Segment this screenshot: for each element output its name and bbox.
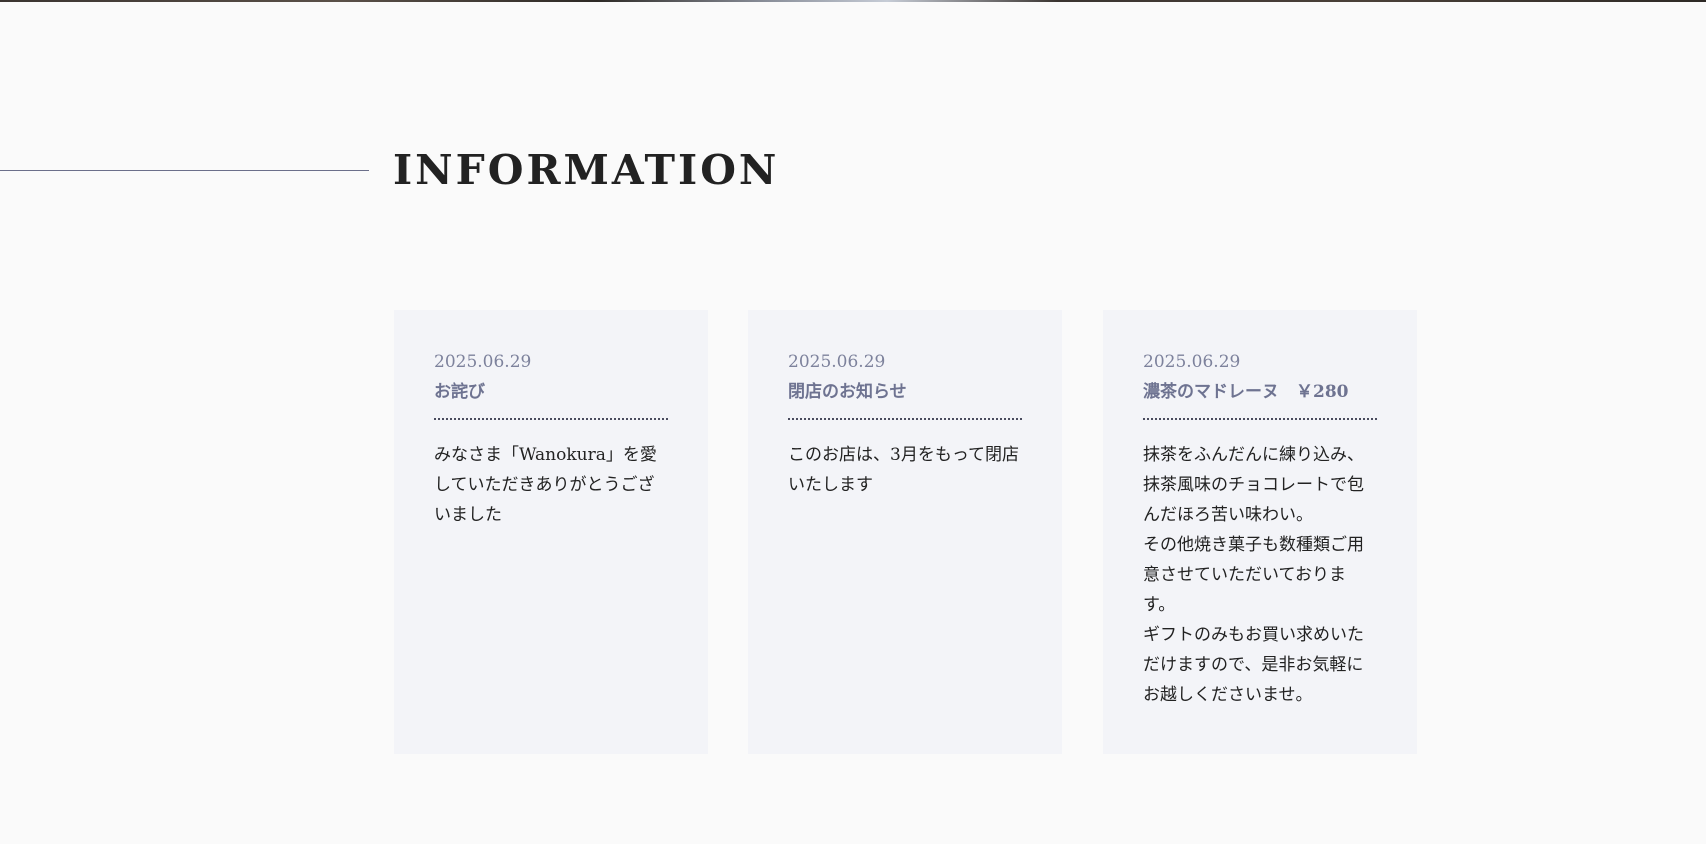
- news-body: 抹茶をふんだんに練り込み、抹茶風味のチョコレートで包んだほろ苦い味わい。 その他…: [1143, 445, 1364, 705]
- information-section: INFORMATION 2025.06.29 お詫び みなさま「Wanokura…: [0, 0, 1706, 844]
- dotted-divider: [788, 418, 1022, 420]
- dotted-divider: [1143, 418, 1377, 420]
- news-title[interactable]: お詫び: [434, 380, 668, 404]
- news-date: 2025.06.29: [1143, 352, 1241, 372]
- heading-rule: [0, 170, 369, 171]
- news-card[interactable]: 2025.06.29 閉店のお知らせ このお店は、3月をもって閉店いたします: [748, 310, 1062, 754]
- news-title[interactable]: 濃茶のマドレーヌ ￥280: [1143, 380, 1377, 404]
- news-card[interactable]: 2025.06.29 お詫び みなさま「Wanokura」を愛していただきありが…: [394, 310, 708, 754]
- news-body: みなさま「Wanokura」を愛していただきありがとうございました: [434, 445, 657, 525]
- news-card[interactable]: 2025.06.29 濃茶のマドレーヌ ￥280 抹茶をふんだんに練り込み、抹茶…: [1103, 310, 1417, 754]
- section-heading: INFORMATION: [393, 146, 780, 194]
- news-date: 2025.06.29: [788, 352, 886, 372]
- news-date: 2025.06.29: [434, 352, 532, 372]
- dotted-divider: [434, 418, 668, 420]
- news-title[interactable]: 閉店のお知らせ: [788, 380, 1022, 404]
- news-body: このお店は、3月をもって閉店いたします: [788, 445, 1019, 495]
